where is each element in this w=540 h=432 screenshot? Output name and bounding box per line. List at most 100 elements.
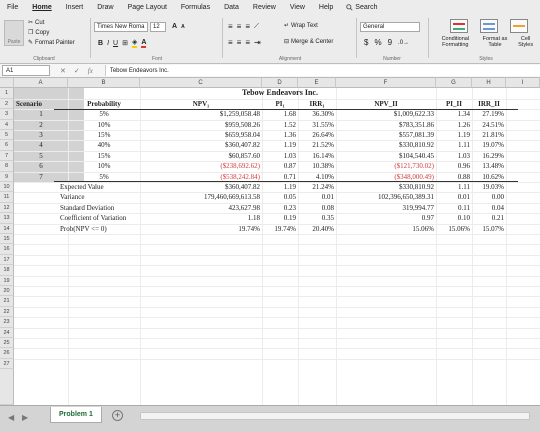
stat-pi1[interactable]: 19.74% xyxy=(262,224,296,234)
copy-button[interactable]: ❐ Copy xyxy=(28,29,49,37)
stat-npv2[interactable]: 102,396,650,389.31 xyxy=(336,192,434,202)
stat-pi2[interactable]: 1.11 xyxy=(436,182,470,192)
header-irr1[interactable]: IRR₁ xyxy=(298,99,336,109)
cell-scenario-id[interactable]: 6 xyxy=(14,161,68,171)
search-box[interactable]: Search xyxy=(340,4,377,11)
column-header-g[interactable]: G xyxy=(436,78,472,88)
row-header[interactable]: 16 xyxy=(0,244,14,255)
header-pi2[interactable]: PI_II xyxy=(436,99,472,109)
stat-npv1[interactable]: 179,460,669,613.58 xyxy=(140,192,260,202)
orientation-icon[interactable]: ⟋ xyxy=(254,23,259,31)
percent-button[interactable]: % xyxy=(374,38,381,47)
paste-button[interactable]: Paste xyxy=(4,20,24,46)
stat-label[interactable]: Variance xyxy=(60,192,84,202)
cell-probability[interactable]: 5% xyxy=(68,172,140,182)
align-top-icon[interactable]: ≡ xyxy=(228,22,233,31)
align-left-icon[interactable]: ≡ xyxy=(228,38,233,47)
header-pi1[interactable]: PI₁ xyxy=(262,99,298,109)
stat-npv1[interactable]: $360,407.82 xyxy=(140,182,260,192)
cell-styles-button[interactable]: Cell Styles xyxy=(515,36,537,48)
row-header[interactable]: 22 xyxy=(0,306,14,318)
function-icon[interactable]: fx xyxy=(88,67,93,75)
align-right-icon[interactable]: ≡ xyxy=(245,38,250,47)
cell-pi1[interactable]: 0.87 xyxy=(262,161,296,171)
cell-scenario-id[interactable]: 3 xyxy=(14,130,68,140)
cell-npv2[interactable]: $557,081.39 xyxy=(336,130,434,140)
menu-home[interactable]: Home xyxy=(25,4,58,11)
cell-pi2[interactable]: 1.19 xyxy=(436,130,470,140)
shrink-font-button[interactable]: A xyxy=(181,24,185,30)
cell-probability[interactable]: 5% xyxy=(68,109,140,119)
stat-irr1[interactable]: 0.01 xyxy=(298,192,334,202)
cell-irr1[interactable]: 21.52% xyxy=(298,140,334,150)
cell-styles-icon[interactable] xyxy=(510,19,528,33)
underline-button[interactable]: U xyxy=(113,40,118,47)
stat-npv1[interactable]: 423,627.98 xyxy=(140,203,261,213)
next-sheet-icon[interactable]: ▶ xyxy=(22,413,28,422)
cell-pi1[interactable]: 0.71 xyxy=(262,172,296,182)
row-header[interactable]: 21 xyxy=(0,296,14,307)
merge-center-button[interactable]: ⊟ Merge & Center xyxy=(284,38,333,46)
cell-irr2[interactable]: 16.29% xyxy=(472,151,504,161)
row-header[interactable]: 3 xyxy=(0,109,14,120)
cell-scenario-id[interactable]: 4 xyxy=(14,140,68,150)
cell-pi1[interactable]: 1.36 xyxy=(262,130,296,140)
cell-npv1[interactable]: ($538,242.84) xyxy=(140,172,260,182)
bold-button[interactable]: B xyxy=(98,40,103,47)
spreadsheet-grid[interactable]: A B C D E F G H I 1 2 3 4 5 6 7 8 9 10 1… xyxy=(0,78,540,405)
header-probability[interactable]: Probability xyxy=(68,99,140,109)
menu-help[interactable]: Help xyxy=(312,4,340,11)
stat-pi2[interactable]: 0.01 xyxy=(436,192,470,202)
stat-label[interactable]: Expected Value xyxy=(60,182,104,192)
select-all-corner[interactable] xyxy=(0,78,14,88)
header-irr2[interactable]: IRR_II xyxy=(472,99,506,109)
sheet-tab-problem-1[interactable]: Problem 1 xyxy=(50,407,102,423)
format-as-table-icon[interactable] xyxy=(480,19,498,33)
menu-view[interactable]: View xyxy=(283,4,312,11)
row-header[interactable]: 13 xyxy=(0,213,14,224)
header-scenario[interactable]: Scenario xyxy=(16,99,42,109)
stat-irr2[interactable]: 0.00 xyxy=(472,192,504,202)
font-name-select[interactable]: Times New Roma xyxy=(94,22,148,32)
column-header-i[interactable]: I xyxy=(506,78,540,88)
cell-irr1[interactable]: 4.10% xyxy=(298,172,334,182)
row-header[interactable]: 9 xyxy=(0,171,14,182)
cell-pi1[interactable]: 1.68 xyxy=(262,109,296,119)
cell-pi1[interactable]: 1.52 xyxy=(262,120,296,130)
horizontal-scrollbar[interactable] xyxy=(140,412,530,420)
row-header[interactable]: 10 xyxy=(0,182,14,193)
conditional-formatting-icon[interactable] xyxy=(450,19,468,33)
prev-sheet-icon[interactable]: ◀ xyxy=(8,413,14,422)
currency-button[interactable]: $ xyxy=(364,38,368,47)
stat-pi1[interactable]: 0.23 xyxy=(262,203,296,213)
stat-pi1[interactable]: 0.19 xyxy=(262,213,296,223)
formula-input[interactable]: Tebow Endeavors Inc. xyxy=(104,65,540,76)
stat-irr2[interactable]: 15.07% xyxy=(472,224,504,234)
row-header[interactable]: 27 xyxy=(0,358,14,370)
grow-font-button[interactable]: A xyxy=(172,23,177,30)
cell-npv2[interactable]: $330,810.92 xyxy=(336,140,434,150)
stat-pi2[interactable]: 15.06% xyxy=(436,224,470,234)
menu-draw[interactable]: Draw xyxy=(90,4,120,11)
menu-page-layout[interactable]: Page Layout xyxy=(121,4,174,11)
cell-probability[interactable]: 15% xyxy=(68,151,140,161)
cell-npv2[interactable]: $1,009,622.33 xyxy=(336,109,434,119)
cell-irr1[interactable]: 36.30% xyxy=(298,109,334,119)
cell-irr2[interactable]: 24.51% xyxy=(472,120,504,130)
cell-scenario-id[interactable]: 1 xyxy=(14,109,68,119)
stat-npv1[interactable]: 1.18 xyxy=(140,213,260,223)
cell-probability[interactable]: 15% xyxy=(68,130,140,140)
menu-insert[interactable]: Insert xyxy=(59,4,91,11)
stat-irr1[interactable]: 20.40% xyxy=(298,224,334,234)
wrap-text-button[interactable]: ↵ Wrap Text xyxy=(284,22,318,30)
row-header[interactable]: 26 xyxy=(0,348,14,359)
stat-irr2[interactable]: 0.04 xyxy=(472,203,504,213)
borders-icon[interactable]: ⊞ xyxy=(122,39,128,47)
cell-pi2[interactable]: 0.96 xyxy=(436,161,470,171)
stat-irr1[interactable]: 0.35 xyxy=(298,213,334,223)
stat-pi2[interactable]: 0.11 xyxy=(436,203,470,213)
row-header[interactable]: 8 xyxy=(0,161,14,172)
row-header[interactable]: 24 xyxy=(0,327,14,338)
row-header[interactable]: 23 xyxy=(0,317,14,328)
name-box[interactable]: A1 xyxy=(2,65,50,76)
